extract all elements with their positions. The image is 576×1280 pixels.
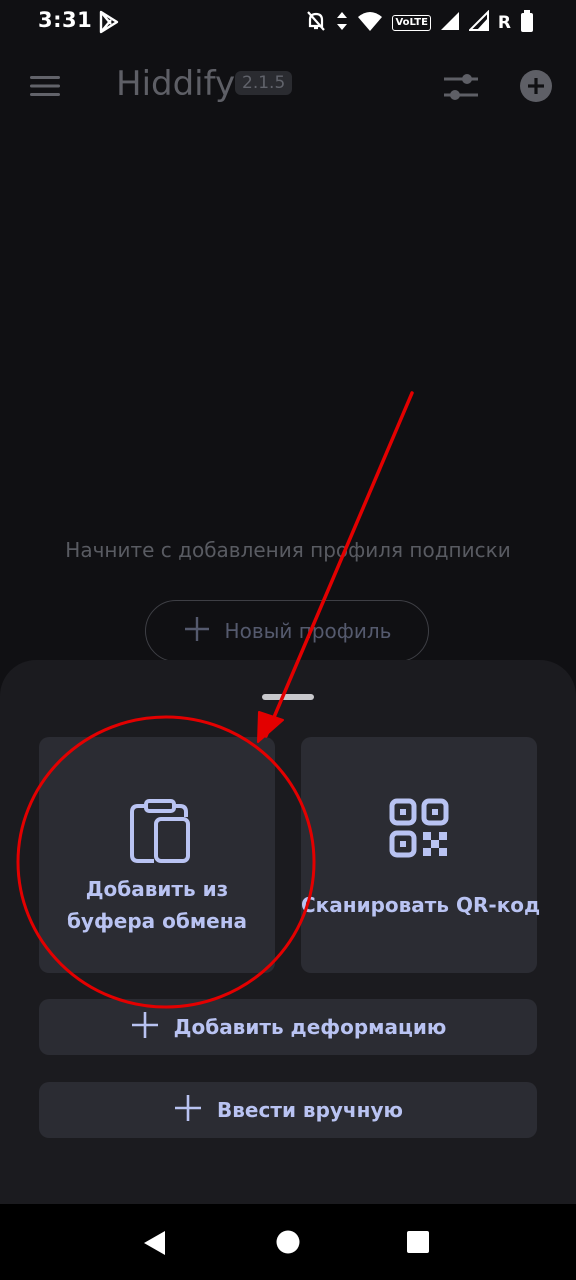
status-icons: VoLTE R <box>305 9 534 37</box>
add-from-clipboard-button[interactable]: Добавить из буфера обмена <box>39 737 275 973</box>
app-title: Hiddify <box>116 64 236 104</box>
menu-icon[interactable] <box>28 72 62 100</box>
roaming-indicator: R <box>497 13 511 33</box>
scan-qr-button[interactable]: Сканировать QR-код <box>301 737 541 973</box>
add-warp-label: Добавить деформацию <box>173 1015 447 1039</box>
version-badge: 2.1.5 <box>235 71 293 95</box>
plus-icon <box>183 615 211 648</box>
back-icon[interactable] <box>143 1230 167 1260</box>
empty-state-message: Начните с добавления профиля подписки <box>65 538 511 562</box>
signal-icon <box>440 10 460 36</box>
battery-icon <box>520 9 534 37</box>
home-icon[interactable] <box>276 1230 300 1258</box>
add-warp-button[interactable]: Добавить деформацию <box>39 999 537 1055</box>
app-bar: Hiddify 2.1.5 <box>0 56 576 116</box>
manual-entry-button[interactable]: Ввести вручную <box>39 1082 537 1138</box>
notifications-off-icon <box>305 9 327 37</box>
data-arrows-icon <box>336 10 348 36</box>
status-time: 3:31 <box>38 8 93 32</box>
plus-icon <box>130 1010 160 1045</box>
system-nav-bar <box>0 1204 576 1280</box>
wifi-icon <box>357 10 383 36</box>
plus-icon <box>173 1093 203 1128</box>
signal-icon-2 <box>467 9 489 36</box>
screen: 3:31 VoLTE R Hiddify 2.1.5 Начните с доб… <box>0 0 576 1280</box>
recent-apps-icon[interactable] <box>406 1230 430 1258</box>
tune-icon[interactable] <box>442 70 480 104</box>
new-profile-label: Новый профиль <box>224 619 392 643</box>
play-store-icon <box>98 10 120 38</box>
volte-badge: VoLTE <box>392 15 431 31</box>
add-profile-sheet: Добавить из буфера обмена Сканировать QR… <box>0 660 576 1204</box>
drag-handle[interactable] <box>262 694 314 700</box>
add-circle-icon[interactable] <box>519 69 553 103</box>
add-from-clipboard-label: Добавить из буфера обмена <box>66 877 248 933</box>
scan-qr-label: Сканировать QR-код <box>301 893 541 917</box>
manual-entry-label: Ввести вручную <box>217 1098 403 1122</box>
clipboard-icon <box>130 793 192 867</box>
status-bar: 3:31 VoLTE R <box>0 0 576 48</box>
new-profile-button[interactable]: Новый профиль <box>145 600 429 662</box>
qr-code-icon <box>389 798 449 862</box>
